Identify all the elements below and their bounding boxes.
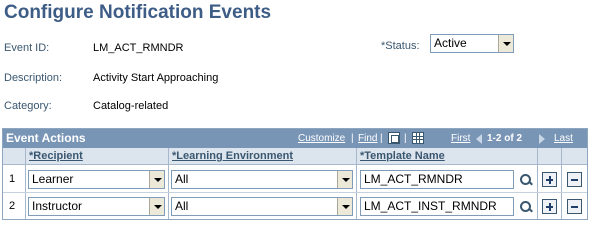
first-link[interactable]: First [451,133,470,144]
download-grid-icon[interactable] [412,132,424,144]
template-name-input[interactable]: LM_ACT_RMNDR [360,170,514,189]
column-header-recipient[interactable]: *Recipient [29,150,83,162]
grid-header-bar: Event Actions Customize | Find | | First… [3,129,587,148]
status-label: *Status: [381,40,420,52]
category-value: Catalog-related [93,100,169,112]
delete-row-icon [571,206,578,208]
status-select[interactable]: Active [430,34,514,53]
description-value: Activity Start Approaching [93,72,219,84]
recipient-select-value: Instructor [32,199,83,213]
add-row-icon [548,203,551,211]
lookup-icon[interactable] [519,200,533,214]
learning-environment-select[interactable]: All [171,197,353,216]
template-name-input[interactable]: LM_ACT_INST_RMNDR [360,197,514,216]
delete-row-icon [571,179,578,181]
learning-environment-select[interactable]: All [171,170,353,189]
grid-title: Event Actions [6,131,86,145]
add-row-button[interactable] [542,199,557,214]
event-id-value: LM_ACT_RMNDR [93,42,184,54]
table-row: 2 Instructor All LM_ACT_INST_RMNDR [3,192,587,218]
nav-separator: | [380,133,383,144]
learning-environment-select-value: All [175,172,189,186]
row-number: 2 [9,200,16,212]
add-row-button[interactable] [542,172,557,187]
nav-separator: | [404,133,407,144]
find-link[interactable]: Find [358,133,377,144]
event-actions-grid: Event Actions Customize | Find | | First… [2,128,588,220]
recipient-select[interactable]: Instructor [28,197,165,216]
add-row-icon [548,176,551,184]
row-range: 1-2 of 2 [487,133,523,144]
row-number: 1 [9,173,16,185]
last-link[interactable]: Last [554,133,573,144]
description-label: Description: [4,72,63,84]
delete-row-button[interactable] [567,172,582,187]
recipient-select-value: Learner [32,172,74,186]
column-header-learning-environment[interactable]: *Learning Environment [172,150,293,162]
customize-link[interactable]: Customize [298,133,345,144]
learning-environment-select-value: All [175,199,189,213]
chevron-down-icon[interactable] [337,171,352,188]
column-header-row: *Recipient *Learning Environment *Templa… [3,148,587,165]
chevron-down-icon[interactable] [149,198,164,215]
chevron-down-icon[interactable] [498,35,513,52]
category-label: Category: [4,100,52,112]
nav-separator: | [351,133,354,144]
previous-arrow-icon [476,134,482,144]
column-header-template-name[interactable]: *Template Name [360,150,445,162]
table-row: 1 Learner All LM_ACT_RMNDR [3,166,587,192]
chevron-down-icon[interactable] [149,171,164,188]
delete-row-button[interactable] [567,199,582,214]
next-arrow-icon [539,134,545,144]
status-select-value: Active [434,36,467,50]
recipient-select[interactable]: Learner [28,170,165,189]
chevron-down-icon[interactable] [337,198,352,215]
page-title: Configure Notification Events [4,2,272,23]
lookup-icon[interactable] [519,173,533,187]
zoom-grid-icon[interactable] [388,132,400,144]
event-id-label: Event ID: [4,42,50,54]
